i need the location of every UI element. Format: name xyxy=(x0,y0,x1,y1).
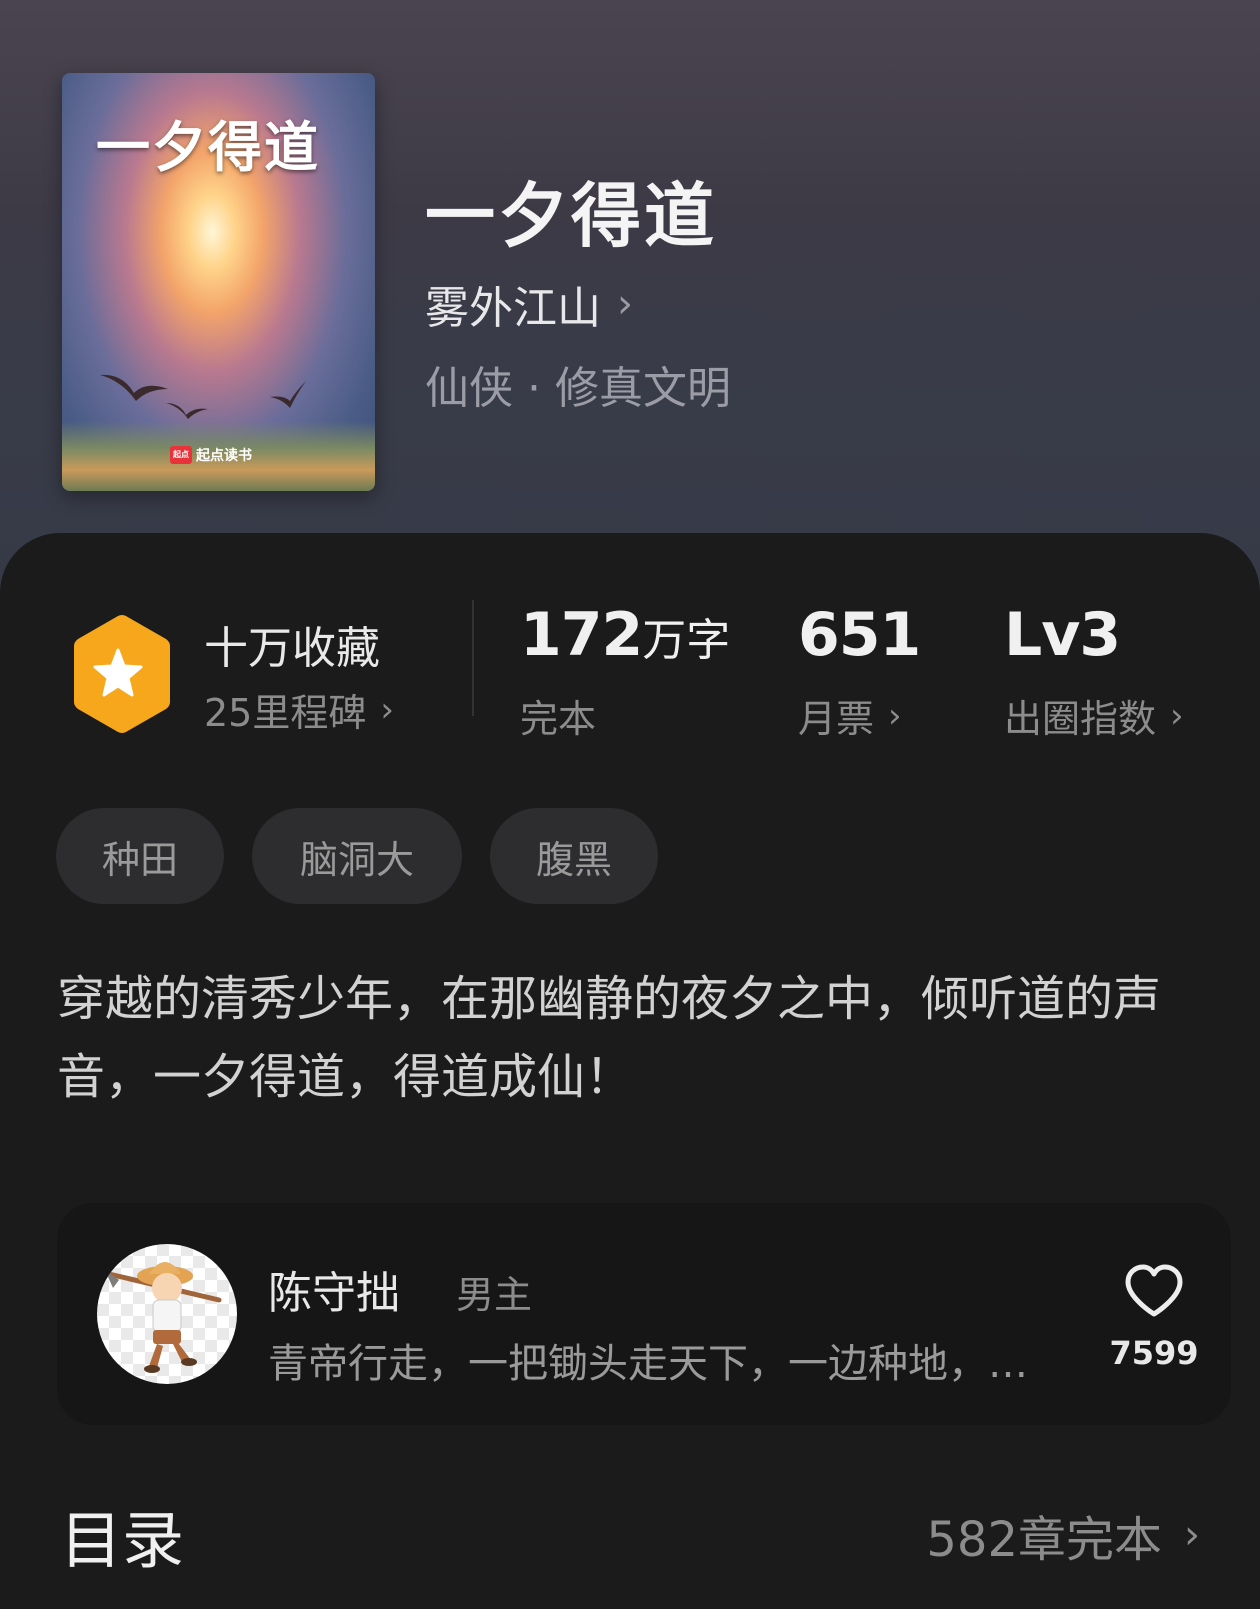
character-name: 陈守拙 xyxy=(268,1268,400,1319)
popularity-index: Lv3 xyxy=(1004,600,1121,670)
word-count: 172万字 xyxy=(520,600,731,670)
like-count: 7599 xyxy=(1109,1334,1199,1372)
character-avatar xyxy=(97,1244,237,1384)
toc-link[interactable]: 582章完本 › xyxy=(926,1500,1200,1570)
popularity-index-label: 出圈指数 xyxy=(1004,697,1157,741)
star-hexagon-icon[interactable] xyxy=(62,612,174,736)
toc-title: 目录 xyxy=(60,1504,185,1577)
book-title: 一夕得道 xyxy=(425,174,717,257)
chevron-right-icon: › xyxy=(888,695,902,736)
cover-publisher-logo: 起点 起点读书 xyxy=(170,445,252,465)
milestone-label: 25里程碑 xyxy=(204,691,367,735)
collect-label: 十万收藏 xyxy=(204,623,380,674)
status-label: 完本 xyxy=(520,697,597,741)
tag-chip[interactable]: 种田 xyxy=(56,808,224,904)
milestone-link[interactable]: 25里程碑 › xyxy=(204,682,394,737)
cover-title: 一夕得道 xyxy=(96,115,320,179)
bird-icon xyxy=(100,374,168,401)
character-role: 男主 xyxy=(456,1273,533,1317)
popularity-index-link[interactable]: 出圈指数 › xyxy=(1004,688,1184,743)
bird-icon xyxy=(270,381,306,408)
chevron-right-icon: › xyxy=(1170,695,1184,736)
chapter-count: 582章完本 xyxy=(926,1512,1162,1568)
heart-icon[interactable] xyxy=(1124,1264,1184,1320)
monthly-ticket-label: 月票 xyxy=(798,697,875,741)
chevron-right-icon: › xyxy=(1184,1512,1200,1558)
book-description[interactable]: 穿越的清秀少年，在那幽静的夜夕之中，倾听道的声音，一夕得道，得道成仙！ xyxy=(57,960,1207,1116)
author-link[interactable]: 雾外江山 › xyxy=(425,272,633,336)
bird-icon xyxy=(166,403,208,419)
book-genre: 仙侠 · 修真文明 xyxy=(425,363,731,414)
book-cover[interactable]: 一夕得道 起点 起点读书 xyxy=(62,73,375,491)
author-name: 雾外江山 xyxy=(425,283,601,334)
tag-chip[interactable]: 腹黑 xyxy=(490,808,658,904)
stats-divider xyxy=(472,600,474,716)
character-summary: 青帝行走，一把锄头走天下，一边种地，一边修行 xyxy=(268,1341,1048,1387)
tag-chip[interactable]: 脑洞大 xyxy=(252,808,462,904)
farmer-avatar-icon xyxy=(105,1262,222,1373)
chevron-right-icon: › xyxy=(380,689,394,730)
monthly-ticket-count: 651 xyxy=(798,600,921,670)
monthly-ticket-link[interactable]: 月票 › xyxy=(798,688,902,743)
chevron-right-icon: › xyxy=(617,281,633,327)
